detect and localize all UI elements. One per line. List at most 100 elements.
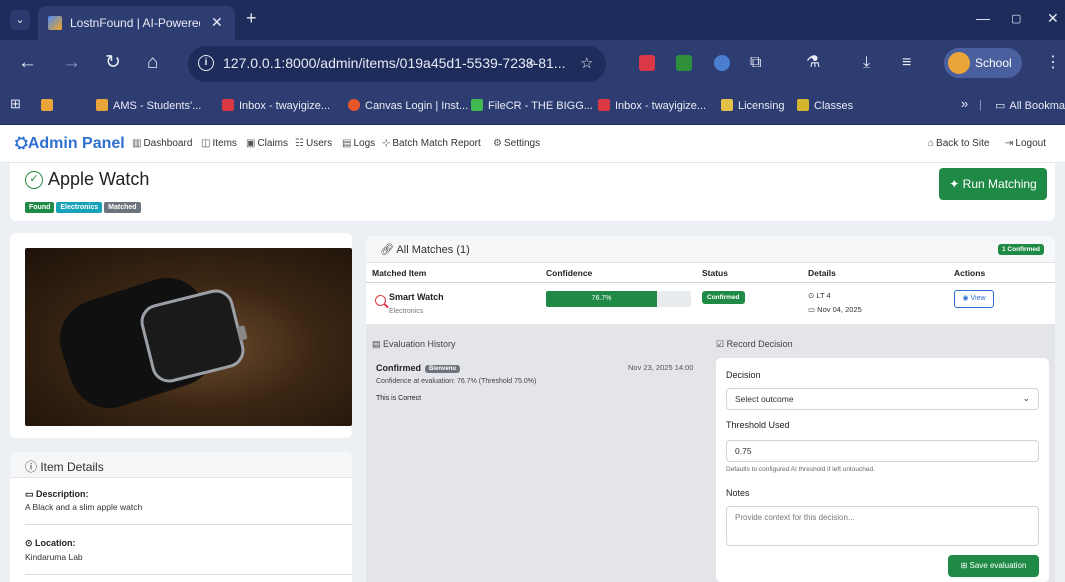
folder-icon: ▭ bbox=[995, 100, 1006, 112]
bookmark-item[interactable]: Inbox - twayigize... bbox=[598, 99, 706, 112]
evaluation-date: Nov 23, 2025 14:00 bbox=[628, 363, 694, 372]
notes-label: Notes bbox=[726, 488, 750, 498]
description-value: A Black and a slim apple watch bbox=[25, 502, 143, 512]
tab-search-chevron-icon[interactable]: ⌄ bbox=[10, 10, 30, 30]
bookmark-item[interactable]: Canvas Login | Inst... bbox=[348, 99, 468, 112]
pencil-square-icon: ☑ bbox=[716, 339, 727, 349]
extensions-puzzle-icon[interactable]: ⧉ bbox=[750, 52, 761, 74]
logout-icon: ⇥ bbox=[1005, 138, 1014, 149]
forward-arrow-icon[interactable]: → bbox=[62, 52, 81, 74]
save-evaluation-button[interactable]: ⊞ Save evaluation bbox=[948, 555, 1039, 577]
match-location: ⊙ LT 4 bbox=[808, 291, 831, 300]
browser-toolbar: ← → ↻ ⌂ i 127.0.0.1:8000/admin/items/019… bbox=[0, 40, 1065, 88]
tab-close-icon[interactable]: ✕ bbox=[211, 14, 223, 31]
bookmark-item[interactable]: FileCR - THE BIGG... bbox=[471, 99, 593, 112]
evaluation-history-title: ▤ Evaluation History bbox=[372, 339, 456, 349]
profile-button[interactable]: School bbox=[944, 48, 1022, 78]
bookmark-item[interactable]: Classes bbox=[797, 99, 853, 112]
address-bar[interactable]: i 127.0.0.1:8000/admin/items/019a45d1-55… bbox=[188, 46, 606, 82]
bookmark-star-icon[interactable] bbox=[41, 99, 58, 112]
column-header: Actions bbox=[954, 268, 986, 278]
download-icon[interactable]: ⤓ bbox=[863, 52, 870, 74]
brand-logo[interactable]: ⛭Admin Panel bbox=[15, 135, 125, 153]
extension-icon[interactable] bbox=[714, 55, 730, 71]
run-matching-button[interactable]: ✦ Run Matching bbox=[939, 168, 1047, 200]
gmail-icon bbox=[222, 99, 234, 111]
logout-link[interactable]: ⇥ Logout bbox=[1005, 138, 1046, 149]
journal-icon: ▤ bbox=[372, 339, 384, 349]
extension-icon[interactable] bbox=[639, 55, 655, 71]
nav-settings[interactable]: ⚙ Settings bbox=[493, 138, 540, 149]
notes-textarea[interactable]: Provide context for this decision... bbox=[726, 506, 1039, 546]
apps-grid-icon[interactable]: ⊞ bbox=[10, 96, 21, 112]
browser-tab[interactable]: LostnFound | AI-Powered Lo ✕ bbox=[38, 6, 235, 40]
house-icon: ⌂ bbox=[928, 138, 935, 149]
extension-icon[interactable] bbox=[676, 55, 692, 71]
bookmarks-bar: ⊞ AMS - Students'... Inbox - twayigize..… bbox=[0, 88, 1065, 125]
matches-card: 🔗︎ All Matches (1) 1 Confirmed Matched I… bbox=[366, 236, 1055, 582]
nav-items[interactable]: ◫ Items bbox=[201, 138, 237, 149]
page-title: Apple Watch bbox=[48, 169, 150, 189]
nav-logs[interactable]: ▤ Logs bbox=[342, 138, 375, 149]
matches-header: 🔗︎ All Matches (1) 1 Confirmed bbox=[366, 236, 1055, 263]
back-to-site-link[interactable]: ⌂ Back to Site bbox=[928, 138, 989, 149]
calendar-icon: ▭ bbox=[808, 305, 818, 314]
confidence-fill: 76.7% bbox=[546, 291, 658, 307]
view-button[interactable]: ◉ View bbox=[954, 290, 994, 308]
window-close-icon[interactable]: ✕ bbox=[1047, 10, 1059, 27]
home-icon[interactable]: ⌂ bbox=[147, 52, 158, 74]
minimize-icon[interactable]: — bbox=[976, 10, 990, 26]
admin-navbar: ⛭Admin Panel ▥ Dashboard ◫ Items ▣ Claims ☷… bbox=[0, 125, 1065, 163]
matched-item-name[interactable]: Smart Watch bbox=[389, 292, 444, 302]
item-badges: Found Electronics Matched bbox=[25, 196, 143, 214]
browser-tab-strip: ⌄ LostnFound | AI-Powered Lo ✕ + — ▢ ✕ bbox=[0, 0, 1065, 40]
reload-icon[interactable]: ↻ bbox=[105, 52, 121, 74]
details-title: ⓘ Item Details bbox=[25, 460, 104, 474]
record-decision-title: ☑ Record Decision bbox=[716, 339, 793, 349]
bookmark-item[interactable]: Inbox - twayigize... bbox=[222, 99, 330, 112]
confirmed-count-badge: 1 Confirmed bbox=[998, 244, 1044, 255]
restore-icon[interactable]: ▢ bbox=[1011, 12, 1021, 25]
confidence-bar: 76.7% bbox=[546, 291, 691, 307]
threshold-help-text: Defaults to configured AI threshold if l… bbox=[726, 466, 875, 473]
avatar bbox=[948, 52, 970, 74]
shield-icon: ⛭ bbox=[15, 135, 28, 152]
matches-table-header: Matched Item Confidence Status Details A… bbox=[366, 263, 1055, 283]
reading-mode-icon[interactable]: ⚗ bbox=[806, 52, 820, 74]
nav-claims[interactable]: ▣ Claims bbox=[246, 138, 288, 149]
decision-select[interactable]: Select outcome ⌄ bbox=[726, 388, 1039, 410]
nav-dashboard[interactable]: ▥ Dashboard bbox=[132, 138, 192, 149]
canvas-icon bbox=[348, 99, 360, 111]
location-pin-icon: ⊙ bbox=[25, 538, 36, 548]
nav-batch-match-report[interactable]: ⊹ Batch Match Report bbox=[382, 138, 481, 149]
divider bbox=[25, 524, 352, 525]
url-text: 127.0.0.1:8000/admin/items/019a45d1-5539… bbox=[223, 55, 566, 71]
bookmark-item[interactable]: AMS - Students'... bbox=[96, 99, 201, 112]
evaluation-status: Confirmed Bienvenu bbox=[376, 363, 461, 373]
more-bookmarks-chevron[interactable]: » bbox=[961, 96, 968, 111]
browser-menu-icon[interactable]: ⋮ bbox=[1045, 52, 1061, 74]
table-row: Smart Watch Electronics 76.7% Confirmed … bbox=[366, 283, 1055, 324]
evaluation-note: This is Correct bbox=[376, 395, 422, 402]
site-info-icon[interactable]: i bbox=[198, 55, 214, 71]
zoom-search-icon[interactable]: ⌕ bbox=[528, 54, 536, 71]
column-header: Confidence bbox=[546, 268, 593, 278]
evaluation-confidence: Confidence at evaluation: 76.7% (Thresho… bbox=[376, 378, 537, 385]
users-icon: ☷ bbox=[295, 138, 304, 149]
diagram-icon: ⊹ bbox=[382, 138, 391, 149]
new-tab-icon[interactable]: + bbox=[246, 8, 257, 29]
match-date: ▭ Nov 04, 2025 bbox=[808, 305, 862, 314]
item-details-card: ⓘ Item Details ▭ Description: A Black an… bbox=[10, 452, 352, 582]
filecr-icon bbox=[471, 99, 483, 111]
check-circle-icon: ✓ bbox=[25, 171, 43, 189]
bookmark-item[interactable]: Licensing bbox=[721, 99, 784, 112]
threshold-input[interactable]: 0.75 bbox=[726, 440, 1039, 462]
tab-search-icon[interactable]: ≡ bbox=[902, 52, 911, 74]
all-bookmarks-folder[interactable]: ▭All Bookmarks bbox=[995, 99, 1065, 112]
record-decision-form: Decision Select outcome ⌄ Threshold Used… bbox=[716, 358, 1049, 582]
back-arrow-icon[interactable]: ← bbox=[18, 52, 37, 74]
bookmark-star-icon[interactable]: ☆ bbox=[580, 54, 593, 72]
match-badge: Matched bbox=[104, 202, 141, 213]
card-text-icon: ▭ bbox=[25, 489, 37, 499]
nav-users[interactable]: ☷ Users bbox=[295, 138, 332, 149]
